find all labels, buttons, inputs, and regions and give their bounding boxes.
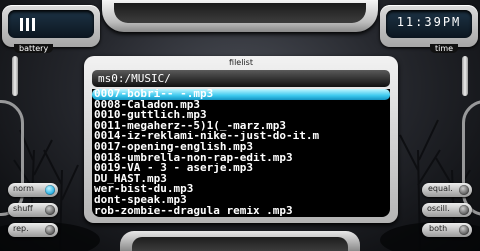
shuffle-led-icon bbox=[45, 205, 55, 215]
file-row[interactable]: rob-zombie--dragula remix .mp3 bbox=[92, 206, 390, 217]
equalizer-label: equal. bbox=[428, 184, 453, 193]
repeat-button[interactable]: rep. bbox=[8, 223, 58, 237]
right-rail bbox=[462, 56, 468, 96]
clock-display: 11:39PM bbox=[386, 10, 472, 38]
player-skin: battery 11:39PM time filelist ms0:/MUSIC… bbox=[0, 0, 480, 251]
norm-led-icon bbox=[45, 185, 55, 195]
file-row[interactable]: 0008-Caladon.mp3 bbox=[92, 100, 390, 111]
file-row-selected[interactable]: 0007-bobri-- -.mp3 bbox=[92, 89, 390, 100]
repeat-led-icon bbox=[45, 225, 55, 235]
right-swoosh-decoration bbox=[462, 100, 480, 216]
clock-text: 11:39PM bbox=[396, 15, 462, 29]
top-bar bbox=[102, 0, 378, 32]
file-row[interactable]: 0018-umbrella-non-rap-edit.mp3 bbox=[92, 153, 390, 164]
file-row[interactable]: dont-speak.mp3 bbox=[92, 195, 390, 206]
file-row[interactable]: 0011-megaherz--5)1(_-marz.mp3 bbox=[92, 121, 390, 132]
top-bar-inset bbox=[114, 3, 366, 23]
norm-button[interactable]: norm bbox=[8, 183, 58, 197]
filelist-panel: filelist ms0:/MUSIC/ 0007-bobri-- -.mp3 0… bbox=[84, 56, 398, 223]
file-row[interactable]: 0010-guttlich.mp3 bbox=[92, 110, 390, 121]
file-list[interactable]: 0007-bobri-- -.mp3 0008-Caladon.mp3 0010-g… bbox=[92, 89, 390, 217]
oscilloscope-button[interactable]: oscill. bbox=[422, 203, 472, 217]
oscilloscope-label: oscill. bbox=[427, 204, 450, 213]
oscilloscope-led-icon bbox=[459, 205, 469, 215]
file-row[interactable]: 0014-iz-reklami-nike--just-do-it.m bbox=[92, 131, 390, 142]
file-row[interactable]: wer-bist-du.mp3 bbox=[92, 184, 390, 195]
left-rail bbox=[12, 56, 18, 96]
filelist-title: filelist bbox=[229, 58, 253, 67]
battery-icon bbox=[20, 16, 38, 31]
bottom-bar bbox=[120, 231, 360, 251]
both-button[interactable]: both bbox=[422, 223, 472, 237]
equalizer-led-icon bbox=[459, 185, 469, 195]
battery-display bbox=[8, 10, 94, 38]
file-row[interactable]: DU_HAST.mp3 bbox=[92, 174, 390, 185]
current-path: ms0:/MUSIC/ bbox=[98, 72, 171, 85]
shuffle-button[interactable]: shuff bbox=[8, 203, 58, 217]
time-label: time bbox=[430, 44, 459, 53]
battery-pod bbox=[2, 5, 100, 47]
file-row[interactable]: 0017-opening-english.mp3 bbox=[92, 142, 390, 153]
bottom-bar-inset bbox=[132, 237, 348, 251]
repeat-label: rep. bbox=[13, 224, 29, 233]
both-led-icon bbox=[459, 225, 469, 235]
both-label: both bbox=[429, 224, 448, 233]
shuffle-label: shuff bbox=[13, 204, 33, 213]
file-row[interactable]: 0019-VA - 3 - aserje.mp3 bbox=[92, 163, 390, 174]
left-swoosh-decoration bbox=[0, 100, 24, 216]
path-bar: ms0:/MUSIC/ bbox=[92, 70, 390, 87]
battery-label: battery bbox=[14, 44, 54, 53]
equalizer-button[interactable]: equal. bbox=[422, 183, 472, 197]
time-pod: 11:39PM bbox=[380, 5, 478, 47]
norm-label: norm bbox=[13, 184, 34, 193]
